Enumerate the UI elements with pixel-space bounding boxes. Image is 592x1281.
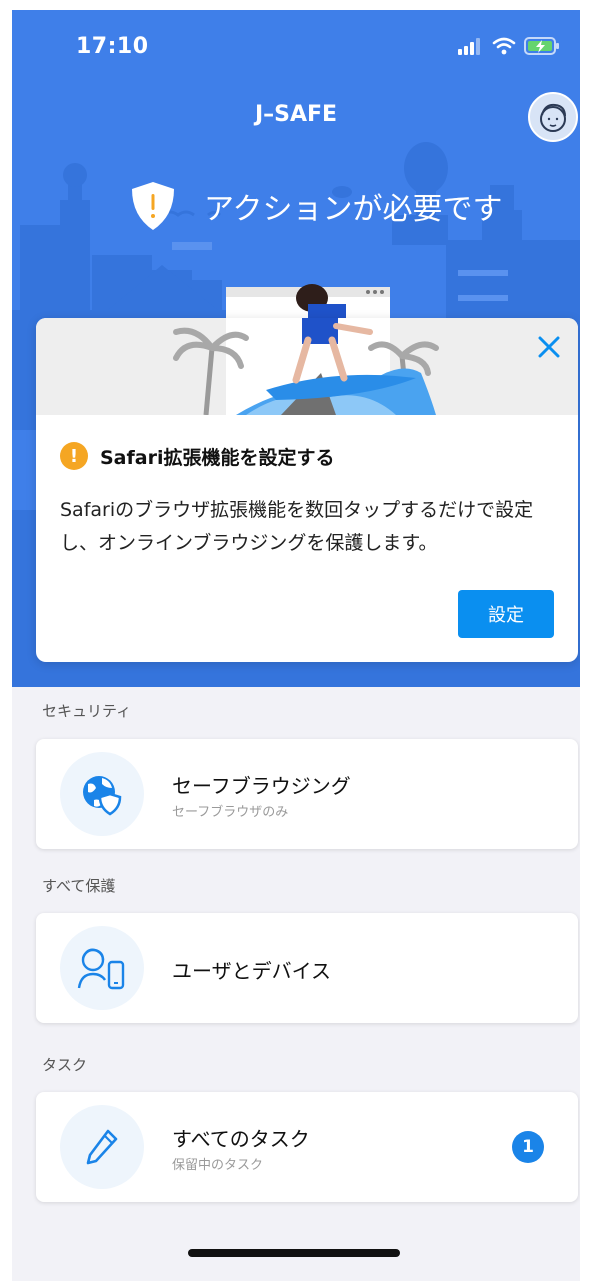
pencil-icon <box>86 1129 118 1165</box>
globe-shield-icon <box>83 776 122 816</box>
section-label-tasks: タスク <box>42 1056 88 1074</box>
app-title: J–SAFE <box>254 102 338 127</box>
all-tasks-title: すべてのタスク <box>172 1127 310 1151</box>
users-and-devices-title: ユーザとデバイス <box>172 959 331 983</box>
card-description: Safariのブラウザ拡張機能を数回タップするだけで設定し、オンラインブラウジン… <box>60 499 534 554</box>
home-indicator[interactable] <box>188 1249 400 1257</box>
profile-avatar-button[interactable] <box>528 92 578 142</box>
setup-button[interactable]: 設定 <box>458 590 554 638</box>
section-label-security: セキュリティ <box>42 702 132 720</box>
all-tasks-subtitle: 保留中のタスク <box>172 1158 264 1173</box>
close-icon <box>538 336 560 358</box>
status-bar: 17:10 <box>12 10 580 80</box>
pending-tasks-badge: 1 <box>512 1131 544 1163</box>
warning-shield-icon <box>132 182 174 230</box>
user-device-icon <box>77 948 125 990</box>
battery-charging-icon <box>524 37 559 55</box>
surfer-illustration-graphic <box>173 318 439 416</box>
action-required-text: アクションが必要です <box>204 192 503 227</box>
warning-icon: ! <box>60 442 88 470</box>
safe-browsing-icon-circle <box>60 752 144 836</box>
card-title-row: ! Safari拡張機能を設定する <box>60 442 334 470</box>
user-face-icon <box>540 103 566 132</box>
status-time: 17:10 <box>76 34 149 59</box>
action-required-row[interactable]: アクションが必要です <box>130 180 503 232</box>
surfer-illustration <box>36 318 578 416</box>
safari-extension-prompt-card: ! Safari拡張機能を設定する Safariのブラウザ拡張機能を数回タップす… <box>36 318 578 662</box>
safe-browsing-subtitle: セーフブラウザのみ <box>172 805 289 820</box>
wifi-icon <box>492 37 516 55</box>
section-label-protect-all: すべて保護 <box>42 877 116 895</box>
safe-browsing-title: セーフブラウジング <box>172 774 351 798</box>
card-title: Safari拡張機能を設定する <box>100 446 335 469</box>
app-screen: 17:10 J–SAFE アクションが必要です ! Safari拡張機能を設定す… <box>12 10 580 1281</box>
all-tasks-icon-circle <box>60 1105 144 1189</box>
safe-browsing-item[interactable]: セーフブラウジング セーフブラウザのみ <box>36 739 578 849</box>
cellular-signal-icon <box>458 38 480 55</box>
users-and-devices-item[interactable]: ユーザとデバイス <box>36 913 578 1023</box>
all-tasks-item[interactable]: すべてのタスク 保留中のタスク 1 <box>36 1092 578 1202</box>
close-card-button[interactable] <box>534 332 564 362</box>
users-devices-icon-circle <box>60 926 144 1010</box>
